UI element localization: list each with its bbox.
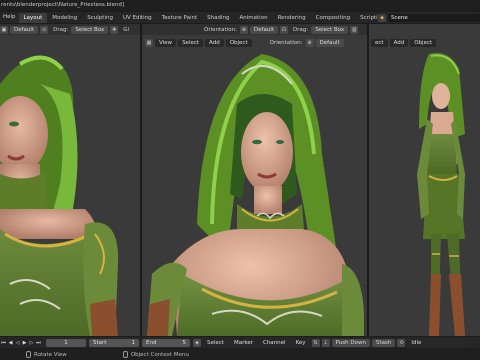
jump-end-icon[interactable]: ⏭ [35,339,42,347]
stash-button[interactable]: Stash [371,338,396,347]
menu-object[interactable]: Object [225,39,252,47]
viewport-left-header: ▣ Default ⊙ Drag: Select Box ✥ Gl [0,24,140,35]
start-frame-field[interactable]: Start 1 [89,338,139,347]
menu-channel[interactable]: Channel [258,338,290,347]
prev-keyframe-icon[interactable]: ◀ [7,339,14,347]
viewport-left[interactable]: ▣ Default ⊙ Drag: Select Box ✥ Gl [0,24,140,336]
tab-uv-editing[interactable]: UV Editing [118,13,157,23]
object-mode-icon[interactable]: ▣ [0,25,8,34]
status-rotate-view: Rotate View [26,351,67,358]
end-frame-label: End [146,339,157,346]
center-orientation-label-2: Orientation: [269,40,303,46]
viewport-center[interactable]: Orientation: ⊕ Default ⊡ Drag: Select Bo… [142,24,367,336]
end-frame-field[interactable]: End 5 [142,338,190,347]
menu-timeline-select[interactable]: Select [203,338,228,347]
start-frame-value: 1 [131,339,136,346]
select-mode-icon[interactable]: ▥ [350,25,359,34]
tab-shading[interactable]: Shading [202,13,234,23]
left-orientation-dropdown[interactable]: Default [10,25,39,34]
tab-layout[interactable]: Layout [18,13,48,23]
tab-animation[interactable]: Animation [235,13,273,23]
scene-selector[interactable]: ◆ Scene [378,13,480,22]
viewport-right[interactable]: ect Add Object [369,24,480,336]
next-keyframe-icon[interactable]: ▷ [28,339,35,347]
play-icon[interactable]: ▶ [21,339,28,347]
tab-rendering[interactable]: Rendering [273,13,311,23]
left-gl-label: Gl [123,26,130,33]
viewport-right-menubar: ect Add Object [369,38,480,48]
push-down-button[interactable]: Push Down [331,338,370,347]
status-bar: Rotate View Object Context Menu [0,349,480,360]
timeline-header: ⏮ ◀ ◁ ▶ ▷ ⏭ 1 Start 1 End 5 ◈ Select Mar… [0,337,480,348]
status-object-context-menu: Object Context Menu [122,351,189,358]
menu-add-right[interactable]: Add [389,39,409,47]
pivot-icon[interactable]: ⊙ [40,25,49,34]
transform-orientation-icon-2[interactable]: ⊕ [305,39,314,47]
viewport-center-header: Orientation: ⊕ Default ⊡ Drag: Select Bo… [142,24,367,35]
scene-name-field[interactable]: Scene [388,13,480,22]
window-title: rents\blenderproject\Nature_Priestess.bl… [0,0,480,10]
jump-start-icon[interactable]: ⏮ [0,339,7,347]
mouse-right-icon [122,351,128,358]
character-render-center [147,54,364,336]
menu-key[interactable]: Key [291,338,310,347]
menu-marker[interactable]: Marker [229,338,257,347]
cursor-icon[interactable]: ✥ [110,25,119,34]
action-editor-icon[interactable]: ⇅ [311,338,320,347]
action-datablock-icon[interactable]: ⟲ [397,338,406,347]
menu-select[interactable]: Select [178,39,204,47]
character-render-left [0,55,119,336]
action-name-field[interactable]: Idle [407,338,468,347]
current-frame-field[interactable]: 1 [46,338,86,347]
menu-add[interactable]: Add [205,39,224,47]
left-drag-dropdown[interactable]: Select Box [71,25,109,34]
menu-object-right[interactable]: Object [410,39,437,47]
center-drag-label: Drag: [293,26,309,33]
tab-compositing[interactable]: Compositing [311,13,355,23]
menu-view[interactable]: View [155,39,177,47]
snap-icon[interactable]: ⊡ [280,25,289,34]
center-orientation-dropdown[interactable]: Default [249,25,279,34]
center-orientation-label: Orientation: [204,26,237,33]
push-down-icon[interactable]: ⇣ [321,338,330,347]
editor-type-icon[interactable]: ▦ [145,39,153,47]
center-drag-dropdown[interactable]: Select Box [311,25,349,34]
character-render-right [417,53,465,336]
tab-texture-paint[interactable]: Texture Paint [157,13,203,23]
menu-select-right[interactable]: ect [371,39,388,47]
mouse-middle-icon [26,351,31,358]
status-rotate-view-label: Rotate View [34,351,67,358]
tab-sculpting[interactable]: Sculpting [82,13,118,23]
center-orientation-dropdown-2[interactable]: Default [315,39,344,47]
end-frame-value: 5 [182,339,187,346]
left-drag-label: Drag: [53,26,69,33]
tab-modeling[interactable]: Modeling [47,13,82,23]
status-object-context-menu-label: Object Context Menu [130,351,189,358]
play-reverse-icon[interactable]: ◁ [14,339,21,347]
start-frame-label: Start [93,339,107,346]
menu-help[interactable]: Help [0,12,19,23]
scene-icon: ◆ [378,13,386,22]
dopesheet-editor-icon[interactable]: ◈ [193,338,201,347]
transform-orientation-icon[interactable]: ⊕ [239,25,248,34]
viewport-center-menubar: ▦ View Select Add Object Orientation: ⊕ … [142,38,367,48]
